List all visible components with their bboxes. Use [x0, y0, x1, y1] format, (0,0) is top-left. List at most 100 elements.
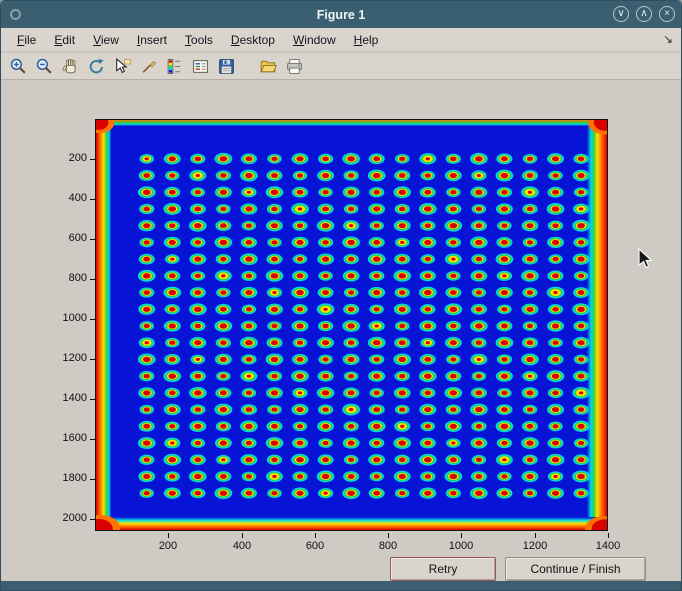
pan-button[interactable]	[59, 54, 83, 78]
open-button[interactable]	[257, 54, 281, 78]
heatmap-image[interactable]	[95, 119, 608, 531]
spot	[395, 405, 409, 415]
spot	[191, 271, 205, 281]
spot	[445, 287, 461, 298]
spot	[190, 404, 205, 414]
menu-desktop[interactable]: Desktop	[223, 31, 283, 49]
save-icon	[217, 57, 236, 76]
spot	[548, 304, 563, 314]
spot	[521, 437, 539, 449]
menu-edit[interactable]: Edit	[46, 31, 83, 49]
retry-button[interactable]: Retry	[390, 557, 496, 581]
menu-window[interactable]: Window	[285, 31, 344, 49]
undock-arrow-icon[interactable]: ↘	[663, 32, 673, 46]
spot	[139, 421, 155, 432]
spot	[369, 321, 385, 332]
spot	[189, 387, 207, 399]
spot	[242, 388, 256, 398]
spot	[164, 187, 180, 198]
spot	[266, 304, 283, 315]
spot	[215, 437, 232, 448]
spot	[267, 204, 282, 214]
spot	[547, 153, 564, 164]
spot	[344, 204, 358, 214]
spot	[548, 471, 563, 481]
spot	[522, 287, 537, 297]
spot	[572, 387, 590, 399]
x-tick-mark	[608, 533, 609, 538]
spot	[318, 287, 334, 298]
spot	[496, 404, 512, 415]
menu-file[interactable]: File	[9, 31, 44, 49]
spot	[318, 187, 332, 197]
spot	[521, 270, 539, 282]
spot	[342, 487, 360, 499]
spot	[317, 253, 334, 264]
spot	[395, 371, 410, 381]
title-bar[interactable]: Figure 1 ∨∧×	[1, 1, 681, 28]
spot	[420, 270, 436, 281]
y-tick-mark	[90, 159, 95, 160]
spot	[267, 287, 282, 297]
close-button[interactable]: ×	[659, 6, 675, 22]
menu-help[interactable]: Help	[346, 31, 387, 49]
spot	[368, 337, 386, 349]
spot	[497, 271, 512, 281]
spot	[522, 170, 538, 181]
menu-view[interactable]: View	[85, 31, 127, 49]
spot	[267, 488, 281, 498]
spot	[421, 254, 435, 264]
continue-finish-button[interactable]: Continue / Finish	[505, 557, 646, 581]
spot	[242, 221, 256, 231]
shade-button[interactable]: ∨	[613, 6, 629, 22]
spot	[343, 304, 359, 315]
insert-colorbar-button[interactable]	[163, 54, 187, 78]
spot	[215, 487, 233, 499]
spot	[523, 405, 537, 415]
spot	[318, 204, 334, 215]
spot	[573, 154, 588, 164]
pan-icon	[61, 57, 80, 76]
spot	[522, 337, 538, 348]
data-cursor-button[interactable]	[111, 54, 135, 78]
print-button[interactable]	[283, 54, 307, 78]
spot	[139, 371, 154, 381]
spot	[446, 187, 460, 197]
insert-legend-button[interactable]	[189, 54, 213, 78]
spot	[266, 170, 282, 181]
spot	[139, 204, 154, 214]
spot	[344, 170, 359, 180]
spot	[215, 236, 233, 248]
spot	[419, 153, 436, 164]
spot	[317, 303, 335, 315]
spot	[573, 204, 589, 215]
spot	[266, 437, 284, 449]
spot	[421, 171, 435, 181]
save-button[interactable]	[215, 54, 239, 78]
spot	[317, 387, 335, 399]
zoom-in-button[interactable]	[7, 54, 31, 78]
spot	[522, 304, 539, 315]
zoom-out-button[interactable]	[33, 54, 57, 78]
menu-tools[interactable]: Tools	[177, 31, 221, 49]
maximize-button[interactable]: ∧	[636, 6, 652, 22]
spot	[548, 187, 564, 198]
spot	[471, 170, 486, 180]
rotate-3d-button[interactable]	[85, 54, 109, 78]
spot	[215, 304, 231, 315]
spot	[318, 271, 332, 281]
brush-button[interactable]	[137, 54, 161, 78]
spot	[343, 471, 359, 482]
spot	[266, 186, 284, 198]
spot	[190, 204, 206, 215]
spot	[343, 437, 360, 448]
menu-insert[interactable]: Insert	[129, 31, 175, 49]
spot	[393, 437, 411, 449]
y-tick-label: 1800	[45, 472, 87, 484]
spot	[241, 203, 258, 214]
spot	[496, 488, 512, 499]
spot	[292, 221, 307, 231]
spot	[138, 220, 155, 231]
menu-items: FileEditViewInsertToolsDesktopWindowHelp	[9, 31, 386, 49]
spot	[395, 204, 410, 214]
